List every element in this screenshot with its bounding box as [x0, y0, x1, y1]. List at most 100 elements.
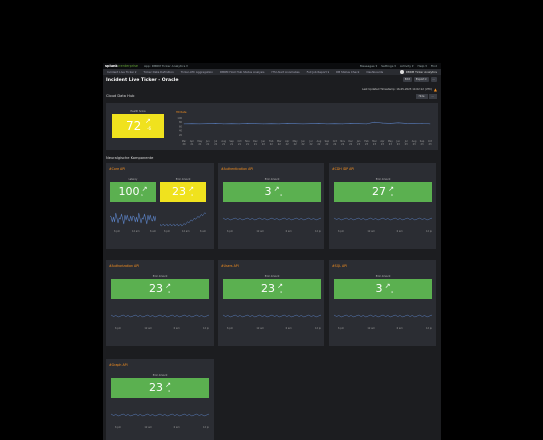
component-panel-title[interactable]: #Graph API: [109, 363, 128, 367]
warning-icon[interactable]: ▲: [434, 87, 437, 92]
kpi-label: Error Amount: [264, 275, 280, 278]
kpi-label: Error Amount: [152, 275, 168, 278]
kpi-tile[interactable]: Error Amount 3 ↗ 4: [223, 178, 321, 202]
hit-rate-point: [405, 123, 407, 124]
x-tick-label: Nov 22: [340, 140, 345, 146]
timeseries-sparkline[interactable]: 6 pm 12 am 6 am 12 pm: [334, 204, 432, 234]
kpi-tile[interactable]: Error Amount 23 ↗ 4: [111, 275, 209, 299]
kpi-value-wrap: 23 ↗: [160, 185, 206, 198]
kpi-tile[interactable]: Error Amount 23 ↗ 4: [160, 178, 206, 202]
trend-up-arrow-icon: ↗: [382, 282, 391, 290]
x-tick-label: 6 pm: [338, 230, 345, 233]
hub-panel: Health Score 72 ↗ -6 Hit Rate 100 80 60 40 2…: [106, 103, 438, 150]
export-button[interactable]: Export ▾: [413, 77, 429, 82]
sparkline-series: [223, 314, 321, 318]
nav-item-ticker-data-definition[interactable]: Ticker Data Definition: [143, 70, 173, 74]
x-tick-label: 6 am: [200, 230, 206, 233]
x-tick-label: Aug 21: [221, 140, 226, 146]
nav-item-ticker-atc-aggregation[interactable]: Ticker-ATC Aggregation: [181, 70, 213, 74]
x-tick-label: 12 pm: [426, 230, 432, 233]
kpi-value: 27: [371, 185, 386, 198]
top-bar-menus: Messages ▾ Settings ▾ Activity ▾ Help ▾ …: [360, 64, 437, 68]
component-panel-title[interactable]: #Users API: [221, 264, 239, 268]
sparkline-series: [110, 212, 156, 225]
settings-menu[interactable]: Settings ▾: [381, 64, 396, 68]
x-tick-label: 12 am: [256, 230, 264, 233]
x-tick-label: Mar 20: [182, 140, 187, 146]
hit-rate-series-line[interactable]: [183, 121, 431, 125]
app-menu[interactable]: App: DBRM Ticker Analytics ▾: [144, 64, 188, 68]
component-panel: #Users API Error Amount 23 ↗ 4 6 pm 12 am 6 am…: [218, 260, 324, 346]
trend-up-arrow-icon: ↗: [185, 185, 195, 193]
component-panel-title[interactable]: #Core API: [109, 167, 125, 171]
x-tick-label: Mar 23: [372, 140, 377, 146]
nav-item-dashboards[interactable]: Dashboards: [366, 70, 383, 74]
timeseries-sparkline[interactable]: 6 pm 12 am 6 am 12 pm: [223, 204, 321, 234]
kpi-delta: 0: [391, 193, 393, 197]
nav-item-full-job-report[interactable]: Full Job Report ▾: [307, 70, 329, 74]
health-score-tile[interactable]: Health Score 72 ↗ -6: [112, 110, 164, 138]
hit-rate-point: [207, 123, 209, 124]
kpi-tile[interactable]: Error Amount 3 ↗ 4: [334, 275, 432, 299]
hit-rate-point: [278, 123, 280, 125]
nav-item-host-hub-status[interactable]: DBRM Host Hub Status Analysis: [220, 70, 264, 74]
kpi-tile[interactable]: Error Amount 27 ↗ 0: [334, 178, 432, 202]
sparkline-series: [334, 217, 432, 221]
nav-item-incident-live-ticker[interactable]: Incident Live Ticker ▾: [107, 70, 136, 74]
edit-button[interactable]: Edit: [402, 77, 412, 82]
x-tick-label: 6 am: [286, 230, 293, 233]
messages-menu[interactable]: Messages ▾: [360, 64, 377, 68]
component-panel-title[interactable]: #Authentication API: [221, 167, 253, 171]
x-tick-label: Mar 22: [277, 140, 282, 146]
component-panel: #Graph API Error Amount 23 ↗ 4 6 pm 12 am 6 am…: [106, 359, 214, 440]
nav-item-alert-anomalies[interactable]: ITSI Alert Anomalies: [271, 70, 299, 74]
x-tick-label: 12 pm: [426, 327, 432, 330]
hit-rate-point: [374, 121, 375, 123]
kpi-tile[interactable]: Error Amount 23 ↗ 4: [223, 275, 321, 299]
x-tick-label: Feb 22: [269, 140, 274, 146]
hit-rate-point: [302, 123, 304, 125]
component-panel-title[interactable]: #SQL API: [332, 264, 347, 268]
splunk-logo[interactable]: splunk>enterprise: [105, 64, 138, 68]
timeseries-sparkline[interactable]: 6 pm 12 am 6 am: [110, 204, 156, 234]
x-tick-label: 6 am: [150, 230, 156, 233]
x-tick-label: Sep 22: [325, 140, 330, 146]
timeseries-sparkline[interactable]: 6 pm 12 am 6 am 12 pm: [111, 400, 209, 430]
help-menu[interactable]: Help ▾: [418, 64, 427, 68]
kpi-value: 23: [260, 282, 275, 295]
component-panel: #Authorization API Error Amount 23 ↗ 4 6 pm 1…: [106, 260, 214, 346]
component-panel-title[interactable]: #Authorization API: [109, 264, 139, 268]
hit-rate-point: [239, 123, 240, 125]
x-tick-label: 6 am: [397, 327, 404, 330]
x-tick-label: 6 pm: [227, 230, 234, 233]
x-tick-label: Sep 21: [229, 140, 234, 146]
find-button[interactable]: Find: [431, 64, 437, 68]
kpi-value-wrap: 23 ↗: [111, 381, 209, 394]
x-tick-label: May 21: [197, 140, 203, 146]
more-button[interactable]: ...: [430, 77, 437, 82]
activity-menu[interactable]: Activity ▾: [400, 64, 414, 68]
hub-line-chart[interactable]: 1008060 4020 Mar 20Apr 21May 21Jun 21Jul 21 Aug 2…: [172, 115, 434, 148]
splunk-dashboard-window: splunk>enterprise App: DBRM Ticker Analy…: [103, 63, 441, 440]
hide-button[interactable]: Hide: [415, 94, 428, 99]
x-tick-label: Sep 23: [420, 140, 425, 146]
component-panel-title[interactable]: #CDH IDP API: [332, 167, 354, 171]
kpi-value: 23: [148, 381, 163, 394]
hit-rate-point: [286, 123, 288, 124]
nav-item-db-status-check[interactable]: DB Status Check: [336, 70, 359, 74]
timeseries-sparkline[interactable]: 6 pm 12 am 6 am 12 pm: [223, 301, 321, 331]
components-section-label: Neuralgische Komponente: [106, 156, 154, 160]
kpi-delta: 4: [168, 389, 170, 393]
last-updated: Last Updated Timestamp: 16-05-2023 14:02…: [362, 87, 437, 92]
hub-more-button[interactable]: ...: [428, 94, 437, 99]
x-tick-label: Dec 22: [348, 140, 353, 146]
timeseries-sparkline[interactable]: 6 pm 12 am 6 am 12 pm: [334, 301, 432, 331]
kpi-tile[interactable]: Error Amount 23 ↗ 4: [111, 374, 209, 398]
sparkline-series: [334, 314, 432, 318]
x-tick-label: Jul 22: [309, 140, 313, 146]
component-panel: #SQL API Error Amount 3 ↗ 4 6 pm 12 am 6 am 12 …: [329, 260, 436, 346]
kpi-tile[interactable]: Latency 100 ↗ 1: [110, 178, 156, 202]
timeseries-sparkline[interactable]: 6 pm 12 am 6 am 12 pm: [111, 301, 209, 331]
sparkline-series: [160, 212, 206, 227]
timeseries-sparkline[interactable]: 6 pm 12 am 6 am: [160, 204, 206, 234]
